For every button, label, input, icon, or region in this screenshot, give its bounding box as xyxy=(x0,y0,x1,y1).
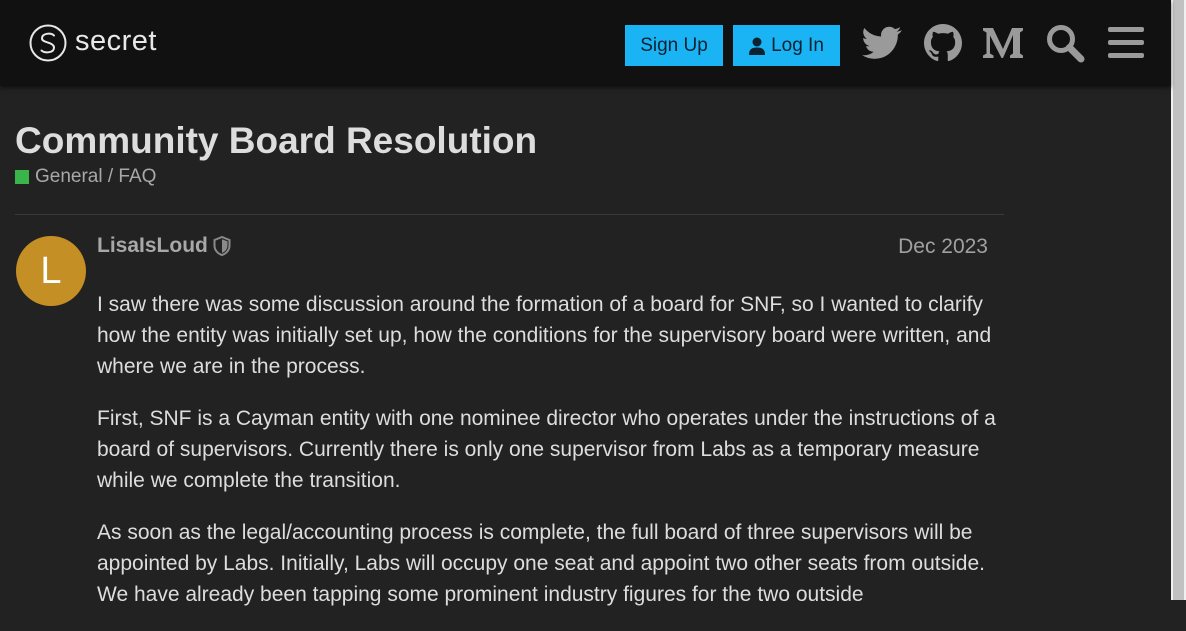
shield-icon xyxy=(213,236,231,256)
github-icon xyxy=(924,24,962,62)
github-link[interactable] xyxy=(922,22,964,64)
category-badge[interactable]: General / FAQ xyxy=(15,166,156,188)
username: LisaIsLoud xyxy=(97,234,208,257)
category-color-square xyxy=(15,170,29,184)
twitter-link[interactable] xyxy=(861,22,903,64)
category-label: General / FAQ xyxy=(35,166,157,187)
title-divider xyxy=(15,214,1004,215)
post-body: I saw there was some discussion around t… xyxy=(97,289,997,631)
page-scrollbar[interactable] xyxy=(1171,0,1186,600)
search-button[interactable] xyxy=(1044,22,1086,64)
post-author[interactable]: LisaIsLoud xyxy=(97,234,231,258)
twitter-icon xyxy=(862,26,902,59)
post-date[interactable]: Dec 2023 xyxy=(898,235,988,259)
hamburger-menu-icon xyxy=(1108,27,1144,58)
topic-title[interactable]: Community Board Resolution xyxy=(15,117,537,165)
post-paragraph: I saw there was some discussion around t… xyxy=(97,293,992,378)
site-header: secret Sign Up Log In xyxy=(0,0,1171,86)
post-paragraph: First, SNF is a Cayman entity with one n… xyxy=(97,407,996,492)
sign-up-button[interactable]: Sign Up xyxy=(625,25,723,66)
site-logo[interactable]: secret xyxy=(29,24,157,62)
logo-text: secret xyxy=(75,25,157,57)
secret-logo-icon xyxy=(29,24,67,62)
search-icon xyxy=(1047,25,1085,63)
user-icon xyxy=(749,37,766,55)
avatar[interactable]: L xyxy=(16,236,86,306)
scrollbar-thumb[interactable] xyxy=(1173,0,1184,600)
medium-icon xyxy=(983,28,1023,58)
post-paragraph: As soon as the legal/accounting process … xyxy=(97,521,985,606)
log-in-label: Log In xyxy=(771,34,824,56)
medium-link[interactable] xyxy=(982,22,1024,64)
menu-button[interactable] xyxy=(1105,22,1147,64)
log-in-button[interactable]: Log In xyxy=(733,25,840,66)
